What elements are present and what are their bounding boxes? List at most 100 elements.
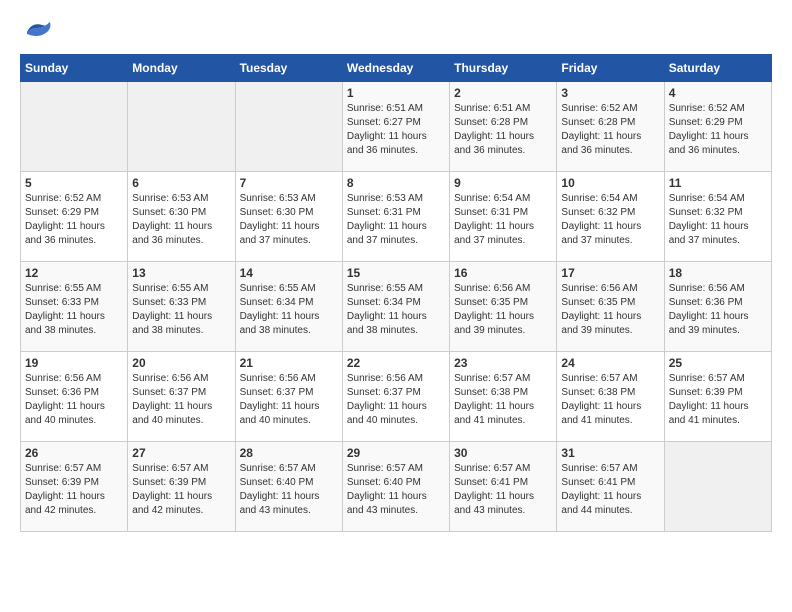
sunset-text: Sunset: 6:41 PM <box>454 477 528 488</box>
weekday-header-monday: Monday <box>128 55 235 82</box>
daylight-text: Daylight: 11 hours and 36 minutes. <box>561 131 641 156</box>
day-info: Sunrise: 6:56 AM Sunset: 6:37 PM Dayligh… <box>347 372 445 428</box>
sunset-text: Sunset: 6:29 PM <box>25 207 99 218</box>
calendar-cell: 14 Sunrise: 6:55 AM Sunset: 6:34 PM Dayl… <box>235 262 342 352</box>
day-number: 12 <box>25 266 123 280</box>
sunset-text: Sunset: 6:39 PM <box>669 387 743 398</box>
sunrise-text: Sunrise: 6:56 AM <box>132 373 208 384</box>
day-number: 1 <box>347 86 445 100</box>
sunrise-text: Sunrise: 6:53 AM <box>347 193 423 204</box>
calendar-cell: 12 Sunrise: 6:55 AM Sunset: 6:33 PM Dayl… <box>21 262 128 352</box>
day-info: Sunrise: 6:54 AM Sunset: 6:32 PM Dayligh… <box>669 192 767 248</box>
day-info: Sunrise: 6:51 AM Sunset: 6:27 PM Dayligh… <box>347 102 445 158</box>
day-number: 9 <box>454 176 552 190</box>
sunset-text: Sunset: 6:34 PM <box>347 297 421 308</box>
day-info: Sunrise: 6:57 AM Sunset: 6:41 PM Dayligh… <box>454 462 552 518</box>
calendar-cell: 31 Sunrise: 6:57 AM Sunset: 6:41 PM Dayl… <box>557 442 664 532</box>
day-info: Sunrise: 6:57 AM Sunset: 6:38 PM Dayligh… <box>561 372 659 428</box>
calendar-cell: 22 Sunrise: 6:56 AM Sunset: 6:37 PM Dayl… <box>342 352 449 442</box>
daylight-text: Daylight: 11 hours and 38 minutes. <box>25 311 105 336</box>
sunset-text: Sunset: 6:37 PM <box>132 387 206 398</box>
calendar-body: 1 Sunrise: 6:51 AM Sunset: 6:27 PM Dayli… <box>21 82 772 532</box>
sunrise-text: Sunrise: 6:54 AM <box>454 193 530 204</box>
day-number: 22 <box>347 356 445 370</box>
day-number: 8 <box>347 176 445 190</box>
daylight-text: Daylight: 11 hours and 39 minutes. <box>561 311 641 336</box>
sunset-text: Sunset: 6:35 PM <box>454 297 528 308</box>
daylight-text: Daylight: 11 hours and 36 minutes. <box>347 131 427 156</box>
day-number: 31 <box>561 446 659 460</box>
calendar-cell: 9 Sunrise: 6:54 AM Sunset: 6:31 PM Dayli… <box>450 172 557 262</box>
calendar-table: SundayMondayTuesdayWednesdayThursdayFrid… <box>20 54 772 532</box>
calendar-cell: 18 Sunrise: 6:56 AM Sunset: 6:36 PM Dayl… <box>664 262 771 352</box>
calendar-cell: 28 Sunrise: 6:57 AM Sunset: 6:40 PM Dayl… <box>235 442 342 532</box>
day-info: Sunrise: 6:53 AM Sunset: 6:31 PM Dayligh… <box>347 192 445 248</box>
day-number: 27 <box>132 446 230 460</box>
daylight-text: Daylight: 11 hours and 40 minutes. <box>240 401 320 426</box>
day-number: 19 <box>25 356 123 370</box>
sunset-text: Sunset: 6:28 PM <box>561 117 635 128</box>
calendar-week-row: 5 Sunrise: 6:52 AM Sunset: 6:29 PM Dayli… <box>21 172 772 262</box>
day-number: 6 <box>132 176 230 190</box>
day-info: Sunrise: 6:52 AM Sunset: 6:29 PM Dayligh… <box>25 192 123 248</box>
daylight-text: Daylight: 11 hours and 40 minutes. <box>132 401 212 426</box>
calendar-cell: 13 Sunrise: 6:55 AM Sunset: 6:33 PM Dayl… <box>128 262 235 352</box>
day-info: Sunrise: 6:57 AM Sunset: 6:39 PM Dayligh… <box>669 372 767 428</box>
day-info: Sunrise: 6:52 AM Sunset: 6:29 PM Dayligh… <box>669 102 767 158</box>
daylight-text: Daylight: 11 hours and 36 minutes. <box>454 131 534 156</box>
day-info: Sunrise: 6:57 AM Sunset: 6:39 PM Dayligh… <box>25 462 123 518</box>
day-number: 5 <box>25 176 123 190</box>
daylight-text: Daylight: 11 hours and 43 minutes. <box>454 491 534 516</box>
calendar-cell <box>128 82 235 172</box>
daylight-text: Daylight: 11 hours and 42 minutes. <box>132 491 212 516</box>
sunset-text: Sunset: 6:37 PM <box>347 387 421 398</box>
day-number: 10 <box>561 176 659 190</box>
sunset-text: Sunset: 6:40 PM <box>240 477 314 488</box>
sunrise-text: Sunrise: 6:53 AM <box>240 193 316 204</box>
sunset-text: Sunset: 6:33 PM <box>25 297 99 308</box>
sunset-text: Sunset: 6:36 PM <box>669 297 743 308</box>
sunrise-text: Sunrise: 6:56 AM <box>669 283 745 294</box>
day-number: 23 <box>454 356 552 370</box>
calendar-cell: 10 Sunrise: 6:54 AM Sunset: 6:32 PM Dayl… <box>557 172 664 262</box>
daylight-text: Daylight: 11 hours and 37 minutes. <box>454 221 534 246</box>
day-info: Sunrise: 6:57 AM Sunset: 6:40 PM Dayligh… <box>240 462 338 518</box>
sunset-text: Sunset: 6:32 PM <box>669 207 743 218</box>
daylight-text: Daylight: 11 hours and 44 minutes. <box>561 491 641 516</box>
day-number: 11 <box>669 176 767 190</box>
day-number: 25 <box>669 356 767 370</box>
weekday-header-sunday: Sunday <box>21 55 128 82</box>
day-number: 13 <box>132 266 230 280</box>
sunrise-text: Sunrise: 6:57 AM <box>454 373 530 384</box>
sunrise-text: Sunrise: 6:52 AM <box>669 103 745 114</box>
day-number: 18 <box>669 266 767 280</box>
calendar-cell: 5 Sunrise: 6:52 AM Sunset: 6:29 PM Dayli… <box>21 172 128 262</box>
weekday-header-friday: Friday <box>557 55 664 82</box>
day-info: Sunrise: 6:51 AM Sunset: 6:28 PM Dayligh… <box>454 102 552 158</box>
sunset-text: Sunset: 6:30 PM <box>132 207 206 218</box>
sunset-text: Sunset: 6:28 PM <box>454 117 528 128</box>
day-number: 2 <box>454 86 552 100</box>
calendar-cell: 26 Sunrise: 6:57 AM Sunset: 6:39 PM Dayl… <box>21 442 128 532</box>
day-info: Sunrise: 6:55 AM Sunset: 6:34 PM Dayligh… <box>240 282 338 338</box>
daylight-text: Daylight: 11 hours and 41 minutes. <box>454 401 534 426</box>
calendar-cell <box>21 82 128 172</box>
weekday-header-tuesday: Tuesday <box>235 55 342 82</box>
sunrise-text: Sunrise: 6:52 AM <box>25 193 101 204</box>
day-info: Sunrise: 6:56 AM Sunset: 6:35 PM Dayligh… <box>561 282 659 338</box>
daylight-text: Daylight: 11 hours and 38 minutes. <box>132 311 212 336</box>
sunrise-text: Sunrise: 6:57 AM <box>454 463 530 474</box>
sunrise-text: Sunrise: 6:55 AM <box>132 283 208 294</box>
sunset-text: Sunset: 6:41 PM <box>561 477 635 488</box>
sunrise-text: Sunrise: 6:54 AM <box>669 193 745 204</box>
calendar-cell: 19 Sunrise: 6:56 AM Sunset: 6:36 PM Dayl… <box>21 352 128 442</box>
calendar-week-row: 12 Sunrise: 6:55 AM Sunset: 6:33 PM Dayl… <box>21 262 772 352</box>
day-number: 14 <box>240 266 338 280</box>
day-info: Sunrise: 6:52 AM Sunset: 6:28 PM Dayligh… <box>561 102 659 158</box>
sunset-text: Sunset: 6:38 PM <box>561 387 635 398</box>
calendar-cell: 23 Sunrise: 6:57 AM Sunset: 6:38 PM Dayl… <box>450 352 557 442</box>
day-number: 15 <box>347 266 445 280</box>
daylight-text: Daylight: 11 hours and 39 minutes. <box>669 311 749 336</box>
logo <box>20 20 52 44</box>
sunset-text: Sunset: 6:31 PM <box>347 207 421 218</box>
